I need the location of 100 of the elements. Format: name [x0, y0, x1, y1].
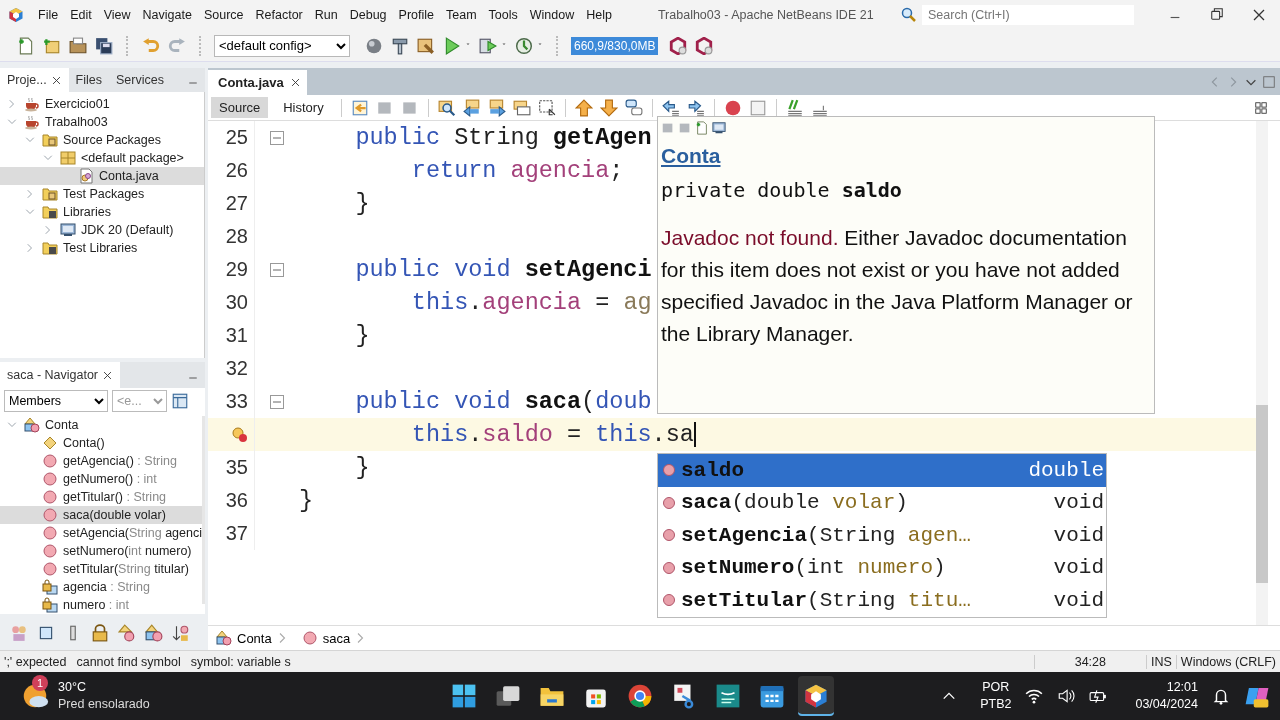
- class-icon[interactable]: [145, 624, 163, 642]
- tree-item[interactable]: <default package>: [0, 149, 204, 167]
- sort-icon[interactable]: [172, 624, 190, 642]
- speaker-icon[interactable]: [1057, 687, 1076, 705]
- shift-down-icon[interactable]: [599, 98, 618, 117]
- new-project-icon[interactable]: [43, 36, 61, 55]
- menu-item[interactable]: Refactor: [249, 2, 309, 28]
- find-previous-icon[interactable]: [462, 98, 481, 117]
- tree-item[interactable]: getNumero() : int: [0, 470, 202, 488]
- completion-item[interactable]: saldo double: [658, 454, 1106, 487]
- fold-icon[interactable]: [269, 393, 285, 410]
- scrollbar[interactable]: [1256, 121, 1268, 625]
- close-icon[interactable]: [289, 77, 301, 88]
- tree-item[interactable]: Conta.java: [0, 167, 204, 185]
- doc-icon[interactable]: [695, 120, 709, 135]
- tree-item[interactable]: Libraries: [0, 203, 204, 221]
- menu-item[interactable]: Source: [197, 2, 250, 28]
- fold-icon[interactable]: [269, 261, 285, 278]
- menu-item[interactable]: Team: [440, 2, 483, 28]
- last-edit-icon[interactable]: [350, 98, 369, 117]
- config-dropdown[interactable]: <default config>: [214, 34, 350, 57]
- completion-item[interactable]: setAgencia(String agen… void: [658, 519, 1106, 552]
- clean-build-icon[interactable]: [417, 36, 435, 55]
- profile-icon[interactable]: [515, 36, 533, 55]
- close-icon[interactable]: [1251, 7, 1267, 23]
- restore-icon[interactable]: [1210, 7, 1224, 21]
- new-file-icon[interactable]: [17, 36, 35, 55]
- menu-item[interactable]: File: [32, 2, 65, 28]
- hammer-icon[interactable]: [391, 36, 409, 55]
- menu-item[interactable]: Help: [580, 2, 618, 28]
- grid-icon[interactable]: [1254, 100, 1268, 115]
- shift-up-icon[interactable]: [574, 98, 593, 117]
- completion-item[interactable]: saca(double volar) void: [658, 486, 1106, 519]
- find-next-icon[interactable]: [487, 98, 506, 117]
- bell-icon[interactable]: [1212, 687, 1230, 705]
- debug-icon[interactable]: [479, 36, 497, 55]
- error-icon[interactable]: [232, 426, 248, 443]
- panel-tab[interactable]: saca - Navigator: [0, 362, 120, 388]
- view-tab[interactable]: Source: [211, 97, 269, 118]
- breadcrumb[interactable]: saca: [301, 630, 376, 646]
- tree-item[interactable]: getAgencia() : String: [0, 452, 202, 470]
- tree-item[interactable]: Exercicio01: [0, 95, 204, 113]
- tree-item[interactable]: Conta(): [0, 434, 202, 452]
- tree-item[interactable]: Test Libraries: [0, 239, 204, 257]
- globe-icon[interactable]: [365, 36, 383, 55]
- comment-icon[interactable]: [785, 98, 804, 117]
- menu-item[interactable]: Run: [308, 2, 344, 28]
- tree-item[interactable]: Source Packages: [0, 131, 204, 149]
- shift-right-icon[interactable]: [686, 98, 705, 117]
- gc-icon[interactable]: [669, 36, 688, 55]
- panel-tab[interactable]: Proje...: [0, 68, 69, 92]
- inner-classes-icon[interactable]: [118, 624, 136, 642]
- tree-item[interactable]: numero : int: [0, 596, 202, 614]
- save-all-icon[interactable]: [95, 36, 113, 55]
- lock-icon[interactable]: [91, 624, 109, 642]
- clock[interactable]: 12:01 03/04/2024: [1135, 679, 1198, 713]
- bubble-icon[interactable]: [624, 98, 643, 117]
- filter-icon[interactable]: [171, 392, 189, 410]
- panel-tab[interactable]: Files: [68, 68, 109, 92]
- tree-item[interactable]: setAgencia(String agenci: [0, 524, 202, 542]
- tree-item[interactable]: getTitular() : String: [0, 488, 202, 506]
- menu-item[interactable]: Edit: [64, 2, 98, 28]
- fold-icon[interactable]: [269, 129, 285, 146]
- taskbar-app[interactable]: [798, 676, 834, 716]
- menu-item[interactable]: View: [97, 2, 137, 28]
- close-icon[interactable]: [102, 369, 113, 381]
- tree-item[interactable]: saca(double volar): [0, 506, 202, 524]
- tree-item[interactable]: setNumero(int numero): [0, 542, 202, 560]
- menu-item[interactable]: Navigate: [136, 2, 198, 28]
- language-indicator[interactable]: POR PTB2: [980, 679, 1012, 713]
- completion-item[interactable]: setNumero(int numero) void: [658, 551, 1106, 584]
- select-icon[interactable]: [537, 98, 556, 117]
- menu-item[interactable]: Debug: [343, 2, 393, 28]
- view-tab[interactable]: History: [275, 97, 332, 118]
- filter-dropdown[interactable]: Members: [4, 390, 108, 412]
- tree-item[interactable]: Conta: [0, 416, 202, 434]
- search-field[interactable]: Search (Ctrl+I): [922, 5, 1134, 25]
- fields-icon[interactable]: [37, 624, 55, 642]
- tree-item[interactable]: agencia : String: [0, 578, 202, 596]
- tree-item[interactable]: Test Packages: [0, 185, 204, 203]
- record-icon[interactable]: [723, 98, 742, 117]
- tree-item[interactable]: JDK 20 (Default): [0, 221, 204, 239]
- open-browser-icon[interactable]: [712, 120, 726, 135]
- wifi-icon[interactable]: [1025, 687, 1044, 705]
- menu-item[interactable]: Tools: [482, 2, 524, 28]
- shift-left-icon[interactable]: [661, 98, 680, 117]
- editor-tab[interactable]: Conta.java: [208, 70, 307, 95]
- find-icon[interactable]: [437, 98, 456, 117]
- panel-tab[interactable]: Services: [109, 68, 171, 92]
- run-icon[interactable]: [443, 36, 461, 55]
- tree-item[interactable]: Trabalho03: [0, 113, 204, 131]
- search-icon[interactable]: [901, 7, 917, 23]
- breadcrumb[interactable]: Conta: [216, 630, 297, 646]
- menu-item[interactable]: Window: [523, 2, 581, 28]
- folder-icon[interactable]: [69, 36, 87, 55]
- battery-icon[interactable]: [1089, 687, 1108, 705]
- menu-item[interactable]: Profile: [392, 2, 440, 28]
- memory-meter[interactable]: 660,9/830,0MB: [571, 36, 659, 55]
- highlight-icon[interactable]: [512, 98, 531, 117]
- close-icon[interactable]: [50, 74, 62, 86]
